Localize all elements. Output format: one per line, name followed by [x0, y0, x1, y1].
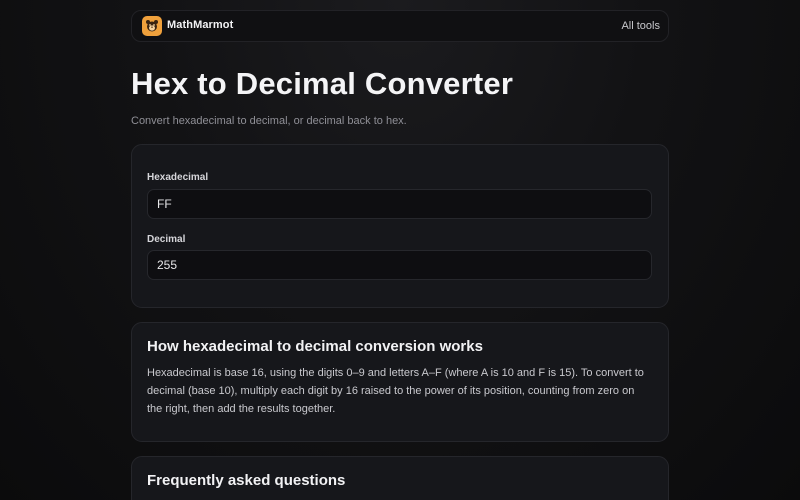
- how-it-works-card: How hexadecimal to decimal conversion wo…: [131, 322, 669, 442]
- all-tools-link[interactable]: All tools: [621, 20, 660, 32]
- page-title: Hex to Decimal Converter: [131, 66, 514, 101]
- top-nav-bar: MathMarmot All tools: [131, 10, 669, 42]
- brand-name[interactable]: MathMarmot: [167, 19, 233, 31]
- marmot-icon[interactable]: [142, 16, 162, 36]
- hexadecimal-label: Hexadecimal: [147, 172, 209, 183]
- decimal-label: Decimal: [147, 234, 186, 245]
- decimal-input[interactable]: [147, 250, 652, 280]
- how-it-works-heading: How hexadecimal to decimal conversion wo…: [147, 338, 483, 355]
- how-it-works-text: Hexadecimal is base 16, using the digits…: [147, 367, 644, 415]
- faq-card: Frequently asked questions: [131, 456, 669, 500]
- faq-heading: Frequently asked questions: [147, 472, 346, 489]
- page-subtitle: Convert hexadecimal to decimal, or decim…: [131, 115, 407, 127]
- converter-card: Hexadecimal Decimal: [131, 144, 669, 308]
- hexadecimal-input[interactable]: [147, 189, 652, 219]
